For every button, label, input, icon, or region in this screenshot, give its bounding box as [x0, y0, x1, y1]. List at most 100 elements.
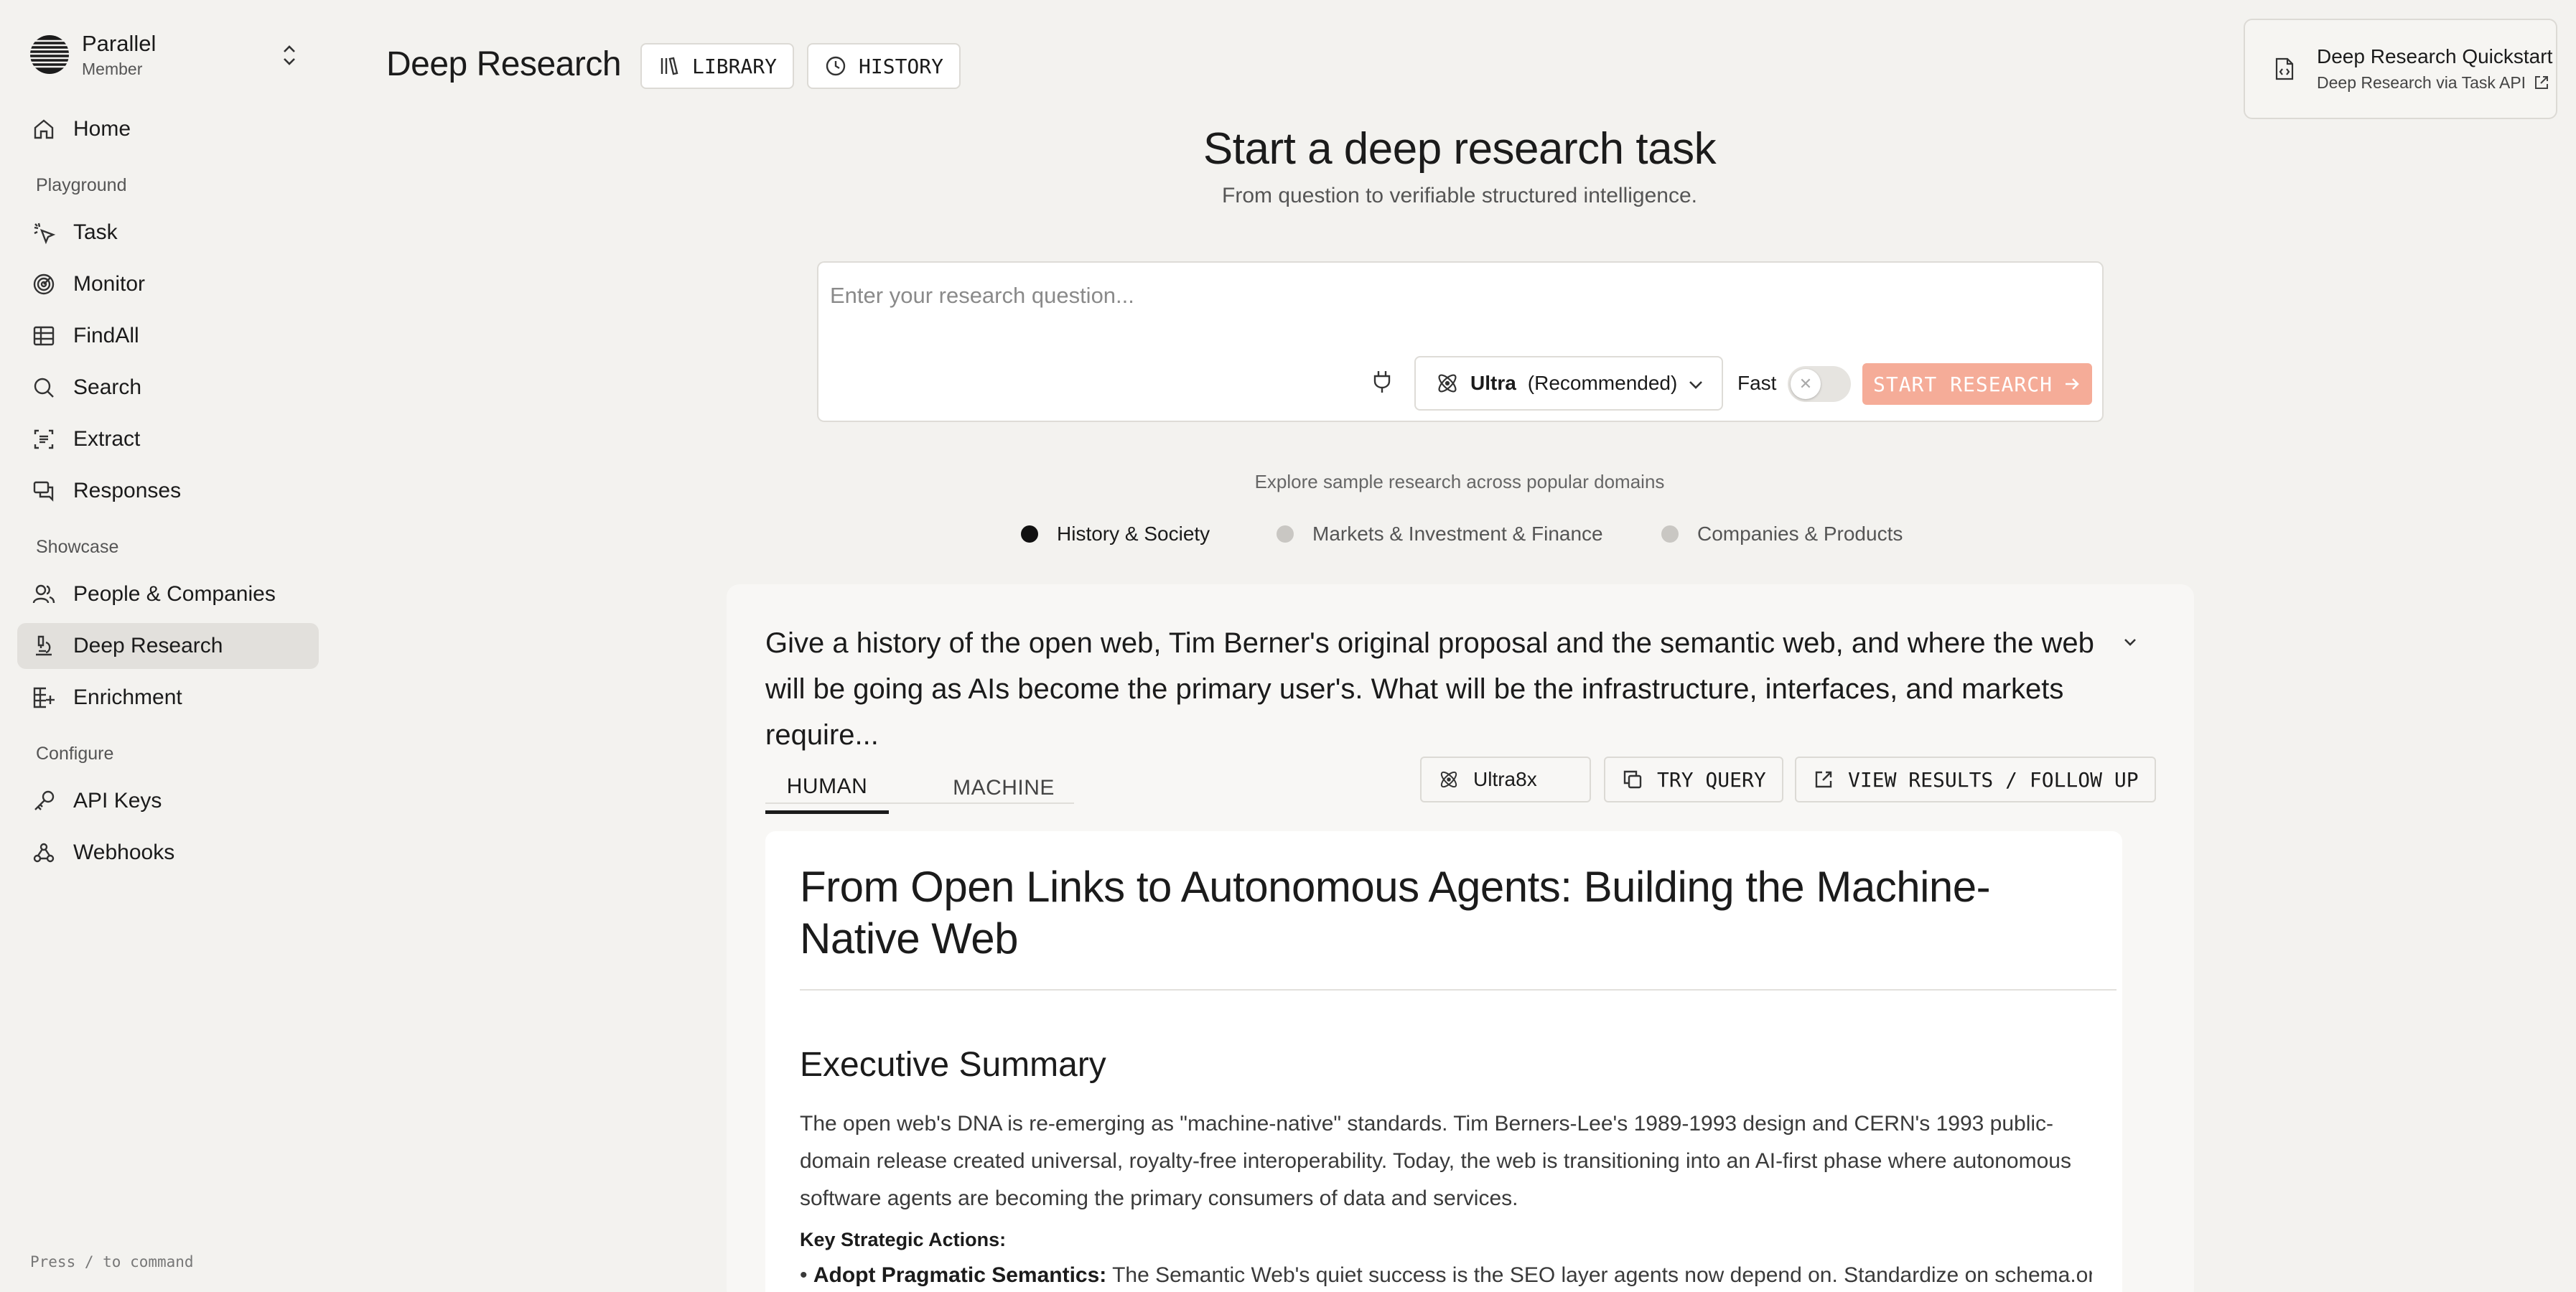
research-question-input[interactable]	[830, 277, 2050, 314]
clock-icon	[826, 56, 846, 76]
sidebar-item-label: FindAll	[73, 324, 139, 347]
webhook-icon	[33, 843, 55, 863]
domain-label: Markets & Investment & Finance	[1312, 523, 1603, 545]
chevron-updown-icon[interactable]	[279, 42, 300, 69]
users-icon	[32, 584, 55, 604]
fast-toggle[interactable]: ✕	[1788, 366, 1851, 402]
toggle-off-icon: ✕	[1791, 369, 1821, 399]
hero-subtitle: From question to verifiable structured i…	[1222, 184, 1697, 207]
sidebar-item-label: Search	[73, 375, 142, 399]
org-name: Parallel	[82, 31, 157, 56]
sidebar-item-task[interactable]: Task	[17, 210, 319, 256]
sidebar-item-monitor[interactable]: Monitor	[17, 261, 319, 307]
sidebar-item-api-keys[interactable]: API Keys	[17, 778, 319, 824]
report-title: From Open Links to Autonomous Agents: Bu…	[800, 863, 1991, 963]
history-button[interactable]: HISTORY	[807, 43, 961, 89]
domain-history-society[interactable]: History & Society	[1021, 523, 1210, 546]
tab-machine[interactable]: MACHINE	[942, 762, 1065, 814]
org-switcher[interactable]: Parallel Member	[29, 29, 316, 80]
sidebar-item-label: People & Companies	[73, 582, 276, 606]
domain-markets-finance[interactable]: Markets & Investment & Finance	[1277, 523, 1603, 546]
search-icon	[34, 378, 54, 398]
research-report: From Open Links to Autonomous Agents: Bu…	[765, 831, 2122, 1292]
sidebar-item-search[interactable]: Search	[17, 365, 319, 411]
external-link-icon	[1815, 771, 1832, 788]
radar-icon	[33, 273, 55, 295]
processor-label: Ultra8x	[1473, 768, 1537, 790]
sidebar-item-label: Extract	[73, 427, 141, 451]
sidebar-nav: Home Playground Task Monitor FindAll Sea…	[17, 106, 319, 881]
cursor-click-icon	[34, 223, 56, 245]
sidebar-item-webhooks[interactable]: Webhooks	[17, 830, 319, 876]
library-icon	[661, 57, 678, 75]
quickstart-card[interactable]: Deep Research Quickstart Deep Research v…	[2244, 19, 2557, 119]
external-link-icon	[2535, 76, 2549, 89]
library-label: LIBRARY	[692, 54, 778, 78]
key-icon	[34, 790, 55, 810]
domain-dot-active	[1021, 525, 1038, 543]
sidebar-item-label: Enrichment	[73, 685, 182, 709]
report-paragraph: The open web's DNA is re-emerging as "ma…	[800, 1112, 2071, 1210]
view-results-button[interactable]: VIEW RESULTS / FOLLOW UP	[1795, 757, 2156, 802]
section-showcase: Showcase	[36, 536, 119, 557]
chevron-down-icon	[1689, 381, 1702, 389]
sidebar-item-findall[interactable]: FindAll	[17, 313, 319, 359]
document-code-icon	[2275, 57, 2294, 80]
sidebar-item-label: Monitor	[73, 272, 146, 296]
table-icon	[33, 326, 55, 346]
document-scan-icon	[34, 429, 54, 449]
history-label: HISTORY	[859, 54, 944, 78]
start-research-label: START RESEARCH	[1872, 372, 2053, 396]
start-research-button[interactable]: START RESEARCH	[1862, 363, 2092, 405]
sidebar-item-label: Task	[73, 220, 118, 244]
arrow-right-icon	[2066, 378, 2079, 390]
domain-dot	[1277, 525, 1294, 543]
model-note: (Recommended)	[1527, 372, 1678, 394]
fast-label: Fast	[1737, 372, 1777, 394]
quickstart-title: Deep Research Quickstart	[2317, 45, 2553, 67]
model-name: Ultra	[1470, 372, 1516, 394]
atom-icon	[1440, 771, 1457, 788]
sidebar-item-enrichment[interactable]: Enrichment	[17, 675, 319, 721]
domain-label: History & Society	[1057, 523, 1210, 545]
sidebar-item-deep-research[interactable]: Deep Research	[17, 623, 319, 669]
command-hint: Press / to command	[30, 1253, 194, 1270]
report-divider	[800, 989, 2117, 991]
sample-research-card: Give a history of the open web, Tim Bern…	[727, 584, 2194, 1292]
try-query-label: TRY QUERY	[1657, 767, 1766, 792]
sidebar-item-extract[interactable]: Extract	[17, 416, 319, 462]
processor-badge[interactable]: Ultra8x	[1420, 757, 1591, 802]
table-plus-icon	[33, 687, 55, 708]
domain-label: Companies & Products	[1697, 523, 1903, 545]
domain-dot	[1661, 525, 1679, 543]
sidebar-item-people-companies[interactable]: People & Companies	[17, 571, 319, 617]
chevron-down-icon[interactable]	[2119, 632, 2141, 653]
report-bullet: • Adopt Pragmatic Semantics: The Semanti…	[800, 1263, 2092, 1288]
sidebar-item-label: API Keys	[73, 789, 162, 813]
sample-question: Give a history of the open web, Tim Bern…	[765, 627, 2094, 751]
sidebar-item-label: Deep Research	[73, 634, 223, 657]
quickstart-subtitle: Deep Research via Task API	[2317, 73, 2526, 92]
domain-companies-products[interactable]: Companies & Products	[1661, 523, 1903, 546]
sidebar-item-label: Webhooks	[73, 841, 175, 864]
research-query-box: Ultra (Recommended) Fast ✕ START RESEARC…	[817, 261, 2104, 422]
hero-title: Start a deep research task	[1203, 124, 1717, 174]
view-results-label: VIEW RESULTS / FOLLOW UP	[1848, 767, 2139, 792]
report-section-heading: Executive Summary	[800, 1046, 1106, 1084]
report-bullet-title: Adopt Pragmatic Semantics:	[813, 1263, 1107, 1287]
report-actions-label: Key Strategic Actions:	[800, 1229, 1007, 1250]
explore-label: Explore sample research across popular d…	[1254, 471, 1665, 492]
tab-human[interactable]: HUMAN	[765, 762, 889, 814]
report-bullet-text: The Semantic Web's quiet success is the …	[1106, 1263, 2092, 1287]
plug-icon[interactable]	[1371, 369, 1393, 395]
try-query-button[interactable]: TRY QUERY	[1604, 757, 1783, 802]
page-title: Deep Research	[386, 45, 622, 83]
library-button[interactable]: LIBRARY	[640, 43, 795, 89]
org-role: Member	[82, 60, 143, 78]
atom-icon	[1438, 374, 1457, 393]
copy-icon	[1623, 770, 1642, 789]
parallel-logo-icon	[30, 35, 69, 74]
model-select[interactable]: Ultra (Recommended)	[1414, 356, 1723, 411]
section-configure: Configure	[36, 743, 114, 764]
microscope-icon	[36, 635, 52, 656]
